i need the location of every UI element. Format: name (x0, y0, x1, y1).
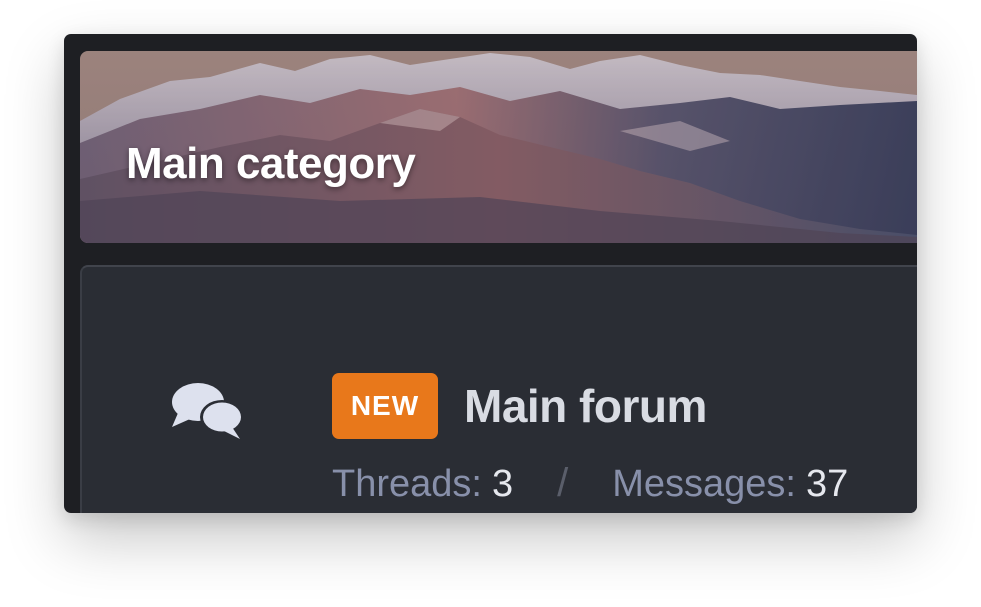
messages-label: Messages: (612, 463, 796, 505)
category-banner[interactable]: Main category (80, 51, 917, 243)
forum-stats: Threads: 3 / Messages: 37 (332, 461, 848, 506)
comments-icon (172, 383, 244, 439)
forum-node-row: NEW Main forum Threads: 3 / Messages: 37 (80, 265, 917, 513)
forum-window: Main category NEW Main forum Threads: 3 … (64, 34, 917, 513)
threads-count: 3 (491, 463, 514, 505)
new-badge: NEW (332, 373, 438, 439)
messages-count: 37 (805, 463, 849, 505)
category-title[interactable]: Main category (126, 139, 416, 189)
stats-separator: / (557, 461, 569, 505)
forum-title-link[interactable]: Main forum (464, 379, 707, 433)
threads-label: Threads: (332, 463, 482, 505)
